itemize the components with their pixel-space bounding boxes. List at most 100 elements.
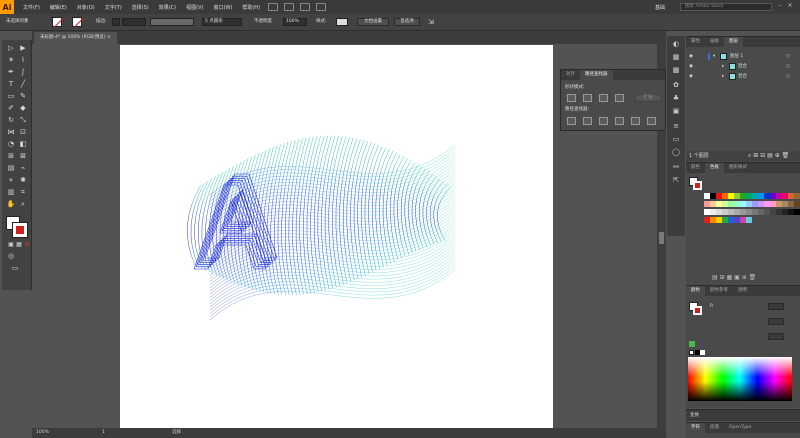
width-tool-icon[interactable]: ⋈ <box>6 128 16 137</box>
menu-type[interactable]: 文字(T) <box>100 4 127 11</box>
expand-arrow-icon[interactable]: ▸ <box>722 62 724 71</box>
color-spectrum[interactable] <box>688 357 792 401</box>
mesh-icon[interactable]: ⊠ <box>18 152 28 161</box>
none-swatch-icon[interactable] <box>689 350 694 355</box>
artboard[interactable] <box>120 45 553 429</box>
tab-swatches[interactable]: 色板 <box>705 163 724 173</box>
live-paint-icon[interactable]: ◧ <box>18 140 28 149</box>
pen-tool-icon[interactable]: ✒ <box>6 68 16 77</box>
expand-button[interactable]: 扩展 <box>635 94 661 102</box>
zoom-tool-icon[interactable]: ⌕ <box>18 200 28 209</box>
document-setup-button[interactable]: 文档设置 <box>357 18 389 26</box>
appearance-icon[interactable]: ⚯ <box>671 163 681 172</box>
color-swatch[interactable] <box>794 201 800 207</box>
tab-artboards[interactable]: 画板 <box>705 37 724 47</box>
visibility-eye-icon[interactable]: ◉ <box>689 72 693 81</box>
none-mode-icon[interactable]: ⊘ <box>22 240 32 249</box>
bridge-icon[interactable] <box>268 3 278 11</box>
menu-window[interactable]: 窗口(W) <box>208 4 237 11</box>
color-swatch[interactable] <box>794 209 800 215</box>
free-transform-icon[interactable]: ⊡ <box>18 128 28 137</box>
layer-row[interactable]: ◉ ▸ 混合 ○ <box>686 72 800 81</box>
fill-swatch[interactable] <box>52 17 62 27</box>
tab-layers[interactable]: 图层 <box>724 37 743 47</box>
arrange-icon[interactable]: ⇲ <box>428 18 434 26</box>
tab-color[interactable]: 颜色 <box>686 163 705 173</box>
rotate-icon[interactable]: ↻ <box>6 116 16 125</box>
blend-artwork[interactable] <box>120 45 553 429</box>
layer-name[interactable]: 图层 1 <box>730 52 743 61</box>
layer-name[interactable]: 混合 <box>738 72 747 81</box>
scale-icon[interactable]: ⤡ <box>18 116 28 125</box>
tab-properties[interactable]: 属性 <box>686 37 705 47</box>
tab-paragraph[interactable]: 段落 <box>705 423 724 433</box>
shape-builder-icon[interactable]: ◔ <box>6 140 16 149</box>
tab-color-picker[interactable]: 颜色 <box>686 286 705 296</box>
visibility-eye-icon[interactable]: ◉ <box>689 52 693 61</box>
minus-front-icon[interactable] <box>583 94 592 102</box>
magic-wand-icon[interactable]: ✶ <box>6 56 16 65</box>
minimize-icon[interactable]: – <box>776 2 784 10</box>
trim-icon[interactable] <box>583 117 592 125</box>
stock-search-input[interactable]: 搜索 Adobe Stock <box>680 3 772 11</box>
current-tool-status[interactable]: 选择 <box>172 428 181 438</box>
tab-character[interactable]: 字符 <box>686 423 705 433</box>
variable-width-profile[interactable] <box>150 18 194 26</box>
line-tool-icon[interactable]: ╱ <box>18 80 28 89</box>
curvature-icon[interactable]: ∫ <box>18 68 28 77</box>
menu-file[interactable]: 文件(F) <box>18 4 45 11</box>
opacity-label[interactable]: 不透明度 <box>254 18 272 26</box>
menu-edit[interactable]: 编辑(E) <box>45 4 72 11</box>
stroke-weight-stepper[interactable] <box>112 18 120 26</box>
blue-channel-input[interactable] <box>768 333 784 340</box>
menu-view[interactable]: 视图(V) <box>181 4 208 11</box>
target-icon[interactable]: ○ <box>786 62 790 71</box>
minus-back-icon[interactable] <box>647 117 656 125</box>
column-graph-icon[interactable]: ▥ <box>6 188 16 197</box>
menu-select[interactable]: 选择(S) <box>127 4 154 11</box>
workspace-switcher[interactable]: 基础 <box>655 4 665 11</box>
target-icon[interactable]: ○ <box>786 72 790 81</box>
rectangle-tool-icon[interactable]: ▭ <box>6 92 16 101</box>
menu-help[interactable]: 帮助(H) <box>237 4 265 11</box>
tab-align[interactable]: 对齐 <box>561 70 580 80</box>
selection-tool-icon[interactable]: ▷ <box>6 44 16 53</box>
type-tool-icon[interactable]: T <box>6 80 16 89</box>
brush-definition[interactable]: 5 点圆形 <box>202 18 242 26</box>
gradient-panel-icon[interactable]: ▭ <box>671 135 681 144</box>
tab-document[interactable]: 未标题-4* @ 100% (RGB/预览) × <box>34 32 117 44</box>
paintbrush-icon[interactable]: ✎ <box>18 92 28 101</box>
zoom-level[interactable]: 100% <box>36 428 49 438</box>
unite-icon[interactable] <box>567 94 576 102</box>
artboard-number[interactable]: 1 <box>102 428 105 438</box>
tab-transparency[interactable]: 透明 <box>733 286 752 296</box>
tab-graphic-styles[interactable]: 图形样式 <box>724 163 752 173</box>
arrange-documents-icon[interactable] <box>300 3 310 11</box>
tab-color-guide[interactable]: 颜色参考 <box>705 286 733 296</box>
stroke-weight-input[interactable] <box>122 18 146 26</box>
color-stroke-proxy[interactable] <box>693 306 702 315</box>
gpu-icon[interactable] <box>316 3 326 11</box>
visibility-eye-icon[interactable]: ◉ <box>689 62 693 71</box>
expand-arrow-icon[interactable]: ▸ <box>722 72 724 81</box>
crop-icon[interactable] <box>615 117 624 125</box>
close-icon[interactable]: × <box>786 2 794 10</box>
hand-tool-icon[interactable]: ✋ <box>6 200 16 209</box>
draw-mode-icon[interactable]: ◎ <box>6 252 16 261</box>
outline-icon[interactable] <box>631 117 640 125</box>
stroke-swatch[interactable] <box>72 17 82 27</box>
layer-row[interactable]: ◉ ▸ 混合 ○ <box>686 62 800 71</box>
symbols-icon[interactable]: ♣ <box>671 94 681 103</box>
brushes-icon[interactable]: ✿ <box>671 81 681 90</box>
red-channel-input[interactable] <box>768 303 784 310</box>
tab-transform[interactable]: 变换 <box>690 410 699 421</box>
direct-selection-icon[interactable]: ▶ <box>18 44 28 53</box>
preferences-button[interactable]: 首选项 <box>394 18 420 26</box>
transparency-icon[interactable]: ◯ <box>671 148 681 157</box>
stroke-panel-icon[interactable]: ≡ <box>671 122 681 131</box>
merge-icon[interactable] <box>599 117 608 125</box>
target-icon[interactable]: ○ <box>786 52 790 61</box>
export-icon[interactable]: ⇱ <box>671 176 681 185</box>
menu-object[interactable]: 对象(O) <box>72 4 100 11</box>
color-swatch[interactable] <box>794 193 800 199</box>
